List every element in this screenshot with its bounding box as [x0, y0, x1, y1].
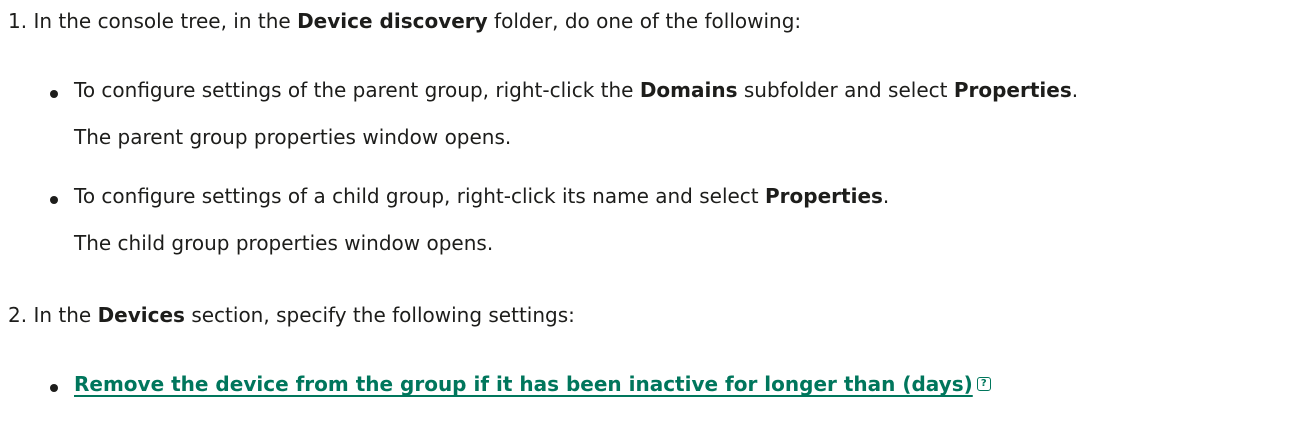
step-2-text-pre: In the	[33, 303, 98, 327]
step-2-text-post: section, specify the following settings:	[184, 303, 575, 327]
help-icon[interactable]: ?	[976, 376, 991, 391]
bullet-1-text-mid: subfolder and select	[737, 78, 954, 102]
step-2-bold: Devices	[97, 303, 185, 327]
bullet-2: To configure settings of a child group, …	[74, 182, 889, 210]
step-1-number: 1.	[8, 9, 28, 33]
bullet-1-text-post: .	[1071, 78, 1079, 102]
step-2-number: 2.	[8, 303, 28, 327]
step-1: 1. In the console tree, in the Device di…	[8, 7, 801, 35]
bullet-2-bold-properties: Properties	[765, 184, 883, 208]
step-1-text-pre: In the console tree, in the	[33, 9, 298, 33]
bullet-1: To configure settings of the parent grou…	[74, 76, 1078, 104]
bullet-1-dot	[50, 90, 58, 98]
bullet-2-text-post: .	[882, 184, 890, 208]
bullet-2-result: The child group properties window opens.	[74, 231, 494, 255]
bullet-3: Remove the device from the group if it h…	[74, 370, 991, 398]
bullet-2-text-pre: To configure settings of a child group, …	[74, 184, 766, 208]
bullet-1-bold-domains: Domains	[639, 78, 738, 102]
bullet-2-dot	[50, 196, 58, 204]
remove-inactive-device-link[interactable]: Remove the device from the group if it h…	[74, 372, 973, 396]
bullet-3-dot	[50, 384, 58, 392]
step-1-text-post: folder, do one of the following:	[487, 9, 802, 33]
bullet-1-text-pre: To configure settings of the parent grou…	[74, 78, 640, 102]
bullet-1-result: The parent group properties window opens…	[74, 125, 512, 149]
bullet-1-bold-properties: Properties	[953, 78, 1072, 102]
step-2: 2. In the Devices section, specify the f…	[8, 301, 575, 329]
step-1-bold: Device discovery	[297, 9, 488, 33]
